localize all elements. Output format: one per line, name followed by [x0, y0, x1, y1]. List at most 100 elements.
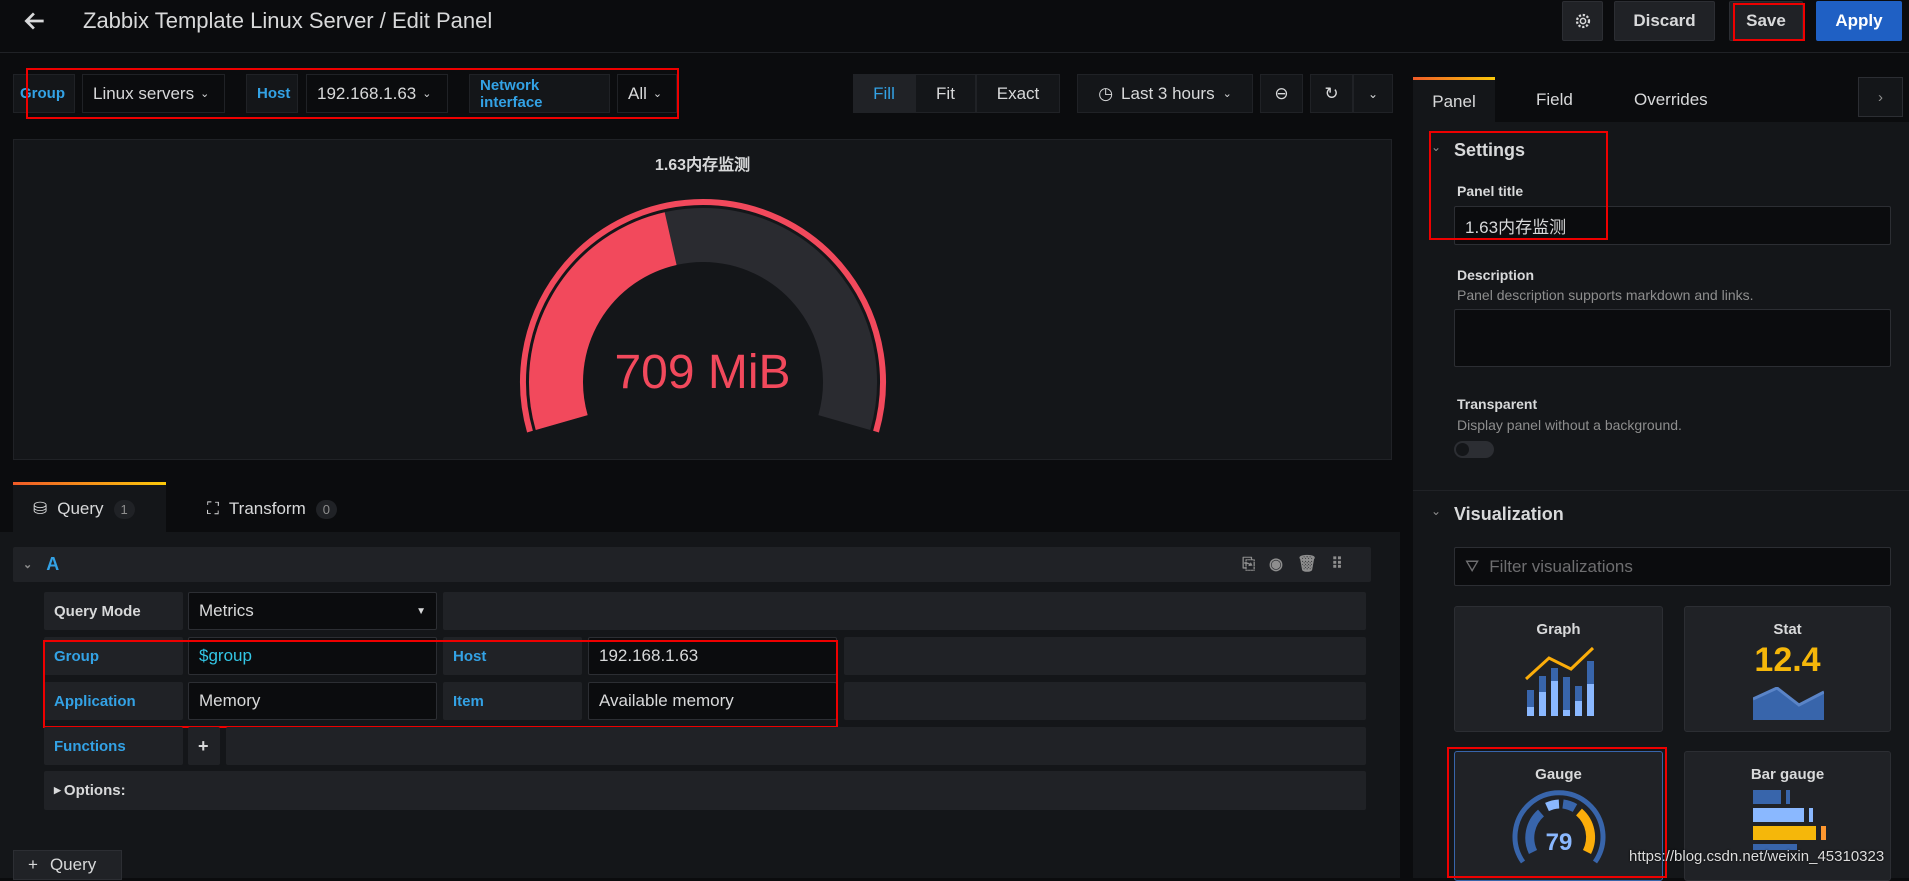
- transform-icon: ⛶: [207, 499, 219, 518]
- transparent-help: Display panel without a background.: [1457, 417, 1682, 433]
- description-help: Panel description supports markdown and …: [1457, 287, 1754, 303]
- visualization-section-title[interactable]: Visualization: [1454, 504, 1564, 525]
- group-label: Group: [44, 637, 183, 675]
- settings-button[interactable]: [1562, 1, 1603, 41]
- chevron-down-icon[interactable]: ⌄: [1431, 140, 1441, 154]
- panel-title-label: Panel title: [1457, 183, 1524, 199]
- filter-placeholder: Filter visualizations: [1489, 556, 1633, 576]
- gauge: [520, 199, 886, 433]
- tab-panel[interactable]: Panel: [1413, 77, 1495, 123]
- display-mode-fit[interactable]: Fit: [915, 74, 976, 113]
- viz-card-title: Graph: [1536, 621, 1581, 638]
- gauge-viz-value: 79: [1546, 829, 1573, 856]
- tab-field[interactable]: Field: [1536, 90, 1573, 110]
- zoom-out-button[interactable]: ⊖: [1260, 74, 1303, 113]
- viz-card-title: Bar gauge: [1750, 766, 1825, 783]
- viz-card-title: Stat: [1773, 621, 1802, 638]
- row-filler: [443, 592, 1366, 630]
- divider: [1413, 490, 1909, 491]
- save-button[interactable]: Save: [1729, 1, 1803, 41]
- query-row-actions: ⎘◉🗑⠿: [1242, 554, 1357, 574]
- query-mode-select[interactable]: Metrics ▼: [188, 592, 437, 630]
- back-arrow-icon[interactable]: [22, 8, 48, 34]
- tab-query[interactable]: ⛁ Query 1: [13, 482, 166, 533]
- gear-icon: [1575, 13, 1590, 29]
- description-textarea[interactable]: [1454, 309, 1891, 367]
- chevron-down-icon[interactable]: ⌄: [1431, 504, 1441, 518]
- variable-network-interface-value: All: [628, 83, 647, 103]
- bar-gauge-viz-icon: [1753, 790, 1826, 850]
- filter-visualizations-input[interactable]: ⛛ Filter visualizations: [1454, 547, 1891, 586]
- row-filler: [226, 727, 1366, 765]
- caret-right-icon: ▶: [54, 785, 61, 795]
- chevron-down-icon: ⌄: [652, 88, 663, 100]
- collapse-pane-button[interactable]: ›: [1858, 77, 1903, 117]
- chevron-down-icon: ⌄: [422, 88, 432, 100]
- query-count-badge: 1: [113, 499, 135, 519]
- display-mode-exact[interactable]: Exact: [976, 74, 1060, 113]
- query-mode-value: Metrics: [199, 601, 254, 620]
- variable-network-interface-select[interactable]: All ⌄: [617, 74, 677, 113]
- variable-host-label: Host: [246, 74, 298, 113]
- description-label: Description: [1457, 267, 1535, 283]
- filter-icon: ⛛: [1465, 556, 1480, 576]
- add-query-label: Query: [49, 855, 97, 874]
- add-query-button[interactable]: + Query: [13, 850, 122, 880]
- item-input[interactable]: Available memory: [588, 682, 837, 720]
- eye-icon[interactable]: ◉: [1269, 556, 1297, 573]
- refresh-button[interactable]: ↻: [1310, 74, 1353, 113]
- refresh-interval-dropdown[interactable]: ⌄: [1353, 74, 1393, 113]
- item-label: Item: [443, 682, 582, 720]
- application-label: Application: [44, 682, 183, 720]
- drag-handle-icon[interactable]: ⠿: [1331, 556, 1357, 573]
- settings-section-title[interactable]: Settings: [1454, 140, 1525, 161]
- viz-card-title: Gauge: [1535, 766, 1582, 783]
- viz-card-stat[interactable]: Stat 12.4: [1684, 606, 1891, 732]
- stat-sparkline-icon: [1753, 687, 1824, 720]
- group-input[interactable]: $group: [188, 637, 437, 675]
- caret-down-icon: ▼: [416, 605, 426, 617]
- trash-icon[interactable]: 🗑: [1297, 556, 1331, 573]
- database-icon: ⛁: [33, 499, 48, 518]
- variable-host-select[interactable]: 192.168.1.63 ⌄: [306, 74, 448, 113]
- variable-group-value: Linux servers: [93, 83, 195, 103]
- collapse-chevron-icon[interactable]: ⌄: [23, 558, 32, 571]
- refresh-icon: ↻: [1324, 83, 1339, 103]
- chevron-right-icon: ›: [1878, 88, 1883, 106]
- variable-group-label: Group: [13, 74, 75, 113]
- clock-icon: ◷: [1098, 83, 1114, 103]
- stat-viz-value: 12.4: [1754, 641, 1821, 679]
- add-function-button[interactable]: +: [188, 727, 220, 765]
- transparent-label: Transparent: [1457, 396, 1538, 412]
- zoom-out-icon: ⊖: [1274, 83, 1289, 103]
- tab-overrides[interactable]: Overrides: [1634, 90, 1708, 110]
- viz-card-graph[interactable]: Graph: [1454, 606, 1663, 732]
- transparent-toggle[interactable]: [1454, 441, 1494, 458]
- time-picker[interactable]: ◷ Last 3 hours ⌄: [1077, 74, 1253, 113]
- plus-icon: +: [198, 735, 209, 756]
- host-label: Host: [443, 637, 582, 675]
- time-range-value: Last 3 hours: [1121, 83, 1215, 103]
- page-title: Zabbix Template Linux Server / Edit Pane…: [83, 8, 493, 33]
- display-mode-fill[interactable]: Fill: [853, 74, 915, 113]
- panel-title-input[interactable]: 1.63内存监测: [1454, 206, 1891, 245]
- variable-group-select[interactable]: Linux servers ⌄: [82, 74, 225, 113]
- panel-preview: 1.63内存监测 709 MiB: [13, 139, 1392, 460]
- query-row-header[interactable]: ⌄ A ⎘◉🗑⠿: [13, 547, 1371, 582]
- discard-button[interactable]: Discard: [1614, 1, 1715, 41]
- host-input[interactable]: 192.168.1.63: [588, 637, 837, 675]
- chevron-down-icon: ⌄: [200, 88, 210, 100]
- variable-network-interface-label: Network interface: [469, 74, 610, 113]
- plus-icon: +: [28, 855, 38, 874]
- tab-transform-label: Transform: [228, 499, 306, 518]
- row-filler: [844, 637, 1366, 675]
- copy-icon[interactable]: ⎘: [1242, 556, 1269, 573]
- variable-host-value: 192.168.1.63: [317, 83, 417, 103]
- gauge-viz-icon: 79: [1512, 790, 1606, 864]
- row-filler: [844, 682, 1366, 720]
- functions-label: Functions: [44, 727, 183, 765]
- tab-transform[interactable]: ⛶ Transform 0: [207, 485, 337, 533]
- options-toggle[interactable]: ▶ Options:: [44, 771, 1366, 810]
- apply-button[interactable]: Apply: [1816, 1, 1902, 41]
- application-input[interactable]: Memory: [188, 682, 437, 720]
